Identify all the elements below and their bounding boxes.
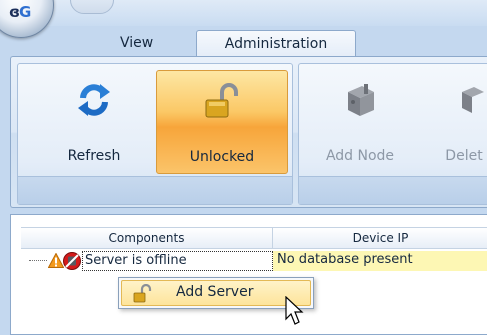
delete-node-icon	[444, 80, 484, 124]
tab-view[interactable]: View	[108, 30, 165, 57]
delete-label: Delet	[445, 148, 483, 164]
server-offline-icon	[63, 252, 81, 270]
tree-connector	[29, 260, 47, 261]
open-padlock-icon	[133, 284, 152, 303]
refresh-label: Refresh	[67, 148, 121, 164]
open-padlock-icon	[202, 81, 242, 125]
refresh-icon	[74, 80, 114, 124]
column-header-components[interactable]: Components	[21, 228, 273, 249]
ribbon-tab-strip: View Administration	[0, 26, 487, 57]
ribbon-panel: Refresh Unlocked Add Node Delet	[10, 56, 487, 208]
delete-button[interactable]: Delet	[419, 70, 487, 174]
unlocked-toggle-button[interactable]: Unlocked	[156, 70, 288, 174]
ribbon-group-general: Refresh Unlocked	[17, 63, 293, 205]
refresh-button[interactable]: Refresh	[28, 70, 160, 174]
cell-component[interactable]: Server is offline	[82, 251, 273, 271]
context-menu-item-label: Add Server	[176, 284, 254, 300]
add-node-label: Add Node	[325, 148, 395, 164]
unlocked-label: Unlocked	[189, 149, 255, 165]
components-panel: Components Device IP Server is offline N…	[10, 214, 487, 335]
column-header-device-ip[interactable]: Device IP	[273, 228, 487, 249]
ribbon-group-nodes: Add Node Delet	[298, 63, 487, 205]
grid-header: Components Device IP	[21, 227, 487, 249]
quick-access-toolbar[interactable]	[70, 0, 114, 14]
mouse-pointer-icon	[285, 296, 304, 325]
app-orb-icon: ɞG	[9, 3, 31, 21]
server-node-icon	[340, 80, 380, 124]
ribbon-group-footer	[299, 176, 487, 204]
table-row[interactable]: Server is offline No database present	[21, 251, 487, 271]
ribbon-group-footer	[18, 176, 292, 204]
tab-administration[interactable]: Administration	[196, 30, 356, 57]
cell-device-ip[interactable]: No database present	[273, 251, 487, 271]
title-bar	[0, 0, 487, 26]
warning-icon	[48, 253, 64, 268]
application-window: ɞG View Administration Refresh Unlocked …	[0, 0, 487, 335]
add-node-button[interactable]: Add Node	[305, 70, 415, 174]
context-menu-item-add-server[interactable]: Add Server	[121, 280, 311, 306]
